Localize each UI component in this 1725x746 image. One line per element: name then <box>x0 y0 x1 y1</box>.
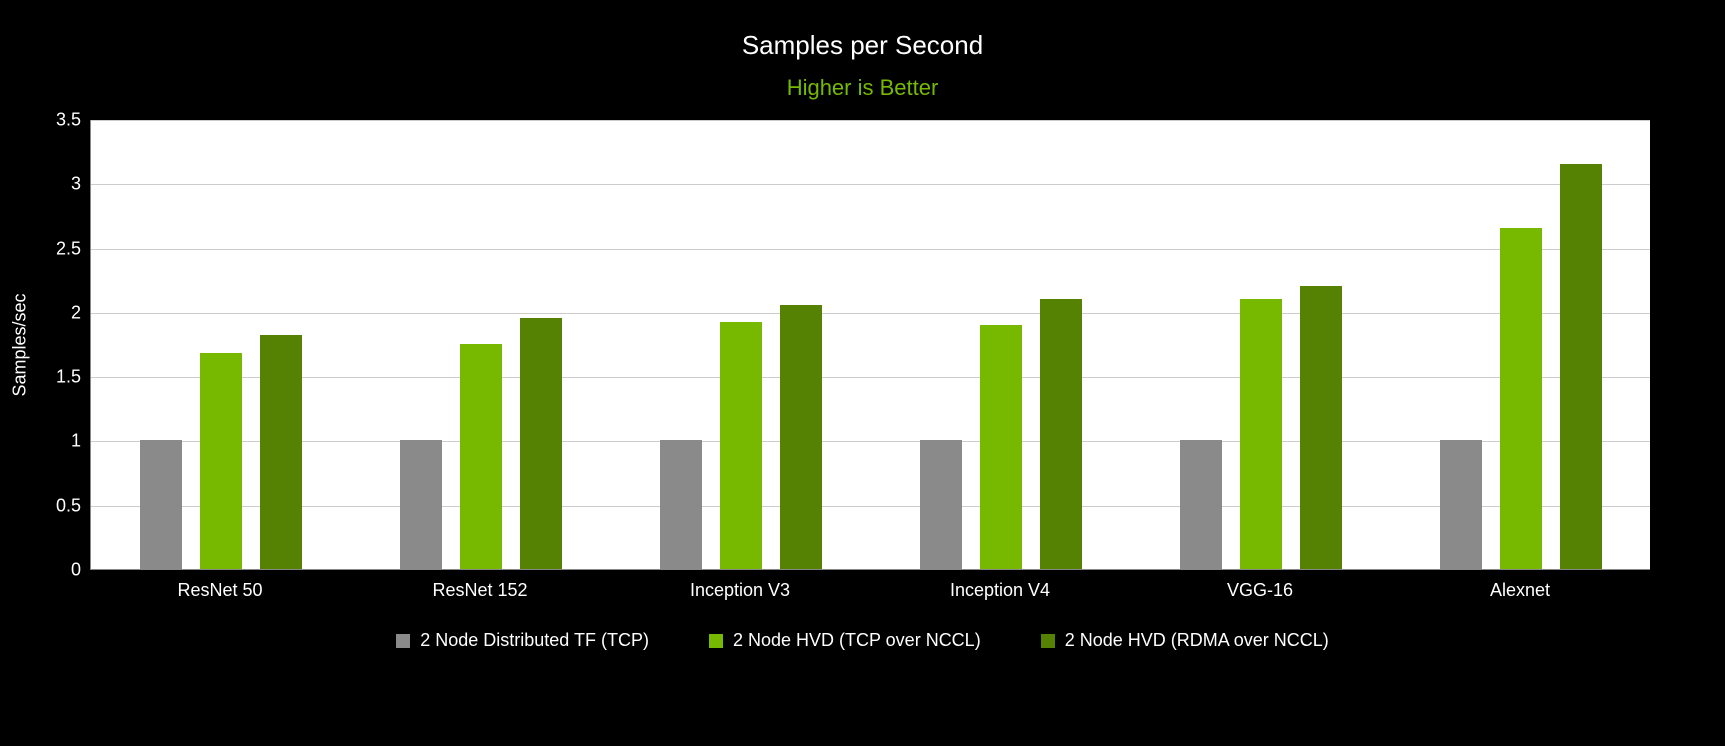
bar <box>520 318 562 569</box>
x-tick-label: Alexnet <box>1490 580 1550 601</box>
bar <box>1500 228 1542 569</box>
bar <box>260 335 302 569</box>
gridline <box>91 506 1650 507</box>
y-tick-label: 2.5 <box>11 238 81 259</box>
legend-label-2: 2 Node HVD (RDMA over NCCL) <box>1065 630 1329 651</box>
gridline <box>91 184 1650 185</box>
y-tick-label: 1 <box>11 431 81 452</box>
chart-subtitle: Higher is Better <box>0 75 1725 101</box>
legend-label-1: 2 Node HVD (TCP over NCCL) <box>733 630 981 651</box>
x-tick-label: ResNet 152 <box>432 580 527 601</box>
gridline <box>91 377 1650 378</box>
plot-area <box>90 120 1650 570</box>
y-tick-label: 3.5 <box>11 110 81 131</box>
bar <box>1560 164 1602 569</box>
x-tick-label: VGG-16 <box>1227 580 1293 601</box>
bar <box>660 440 702 569</box>
x-tick-label: Inception V3 <box>690 580 790 601</box>
chart-title: Samples per Second <box>0 30 1725 61</box>
gridline <box>91 313 1650 314</box>
bar <box>780 305 822 569</box>
bar <box>1040 299 1082 569</box>
chart-container: Samples per Second Higher is Better Samp… <box>0 0 1725 746</box>
bar <box>920 440 962 569</box>
legend-swatch-1 <box>709 634 723 648</box>
bar <box>200 353 242 569</box>
gridline <box>91 441 1650 442</box>
x-tick-label: Inception V4 <box>950 580 1050 601</box>
legend-label-0: 2 Node Distributed TF (TCP) <box>420 630 649 651</box>
bar <box>1440 440 1482 569</box>
legend-swatch-2 <box>1041 634 1055 648</box>
gridline <box>91 249 1650 250</box>
legend-item-0: 2 Node Distributed TF (TCP) <box>396 630 649 651</box>
bar <box>400 440 442 569</box>
bar <box>1180 440 1222 569</box>
legend-item-2: 2 Node HVD (RDMA over NCCL) <box>1041 630 1329 651</box>
bar <box>1300 286 1342 569</box>
bar <box>140 440 182 569</box>
legend: 2 Node Distributed TF (TCP) 2 Node HVD (… <box>0 630 1725 651</box>
bar <box>460 344 502 569</box>
gridline <box>91 120 1650 121</box>
bar <box>1240 299 1282 569</box>
legend-item-1: 2 Node HVD (TCP over NCCL) <box>709 630 981 651</box>
y-tick-label: 0.5 <box>11 495 81 516</box>
y-tick-label: 1.5 <box>11 367 81 388</box>
y-tick-label: 0 <box>11 560 81 581</box>
y-tick-label: 2 <box>11 302 81 323</box>
legend-swatch-0 <box>396 634 410 648</box>
bar <box>720 322 762 569</box>
y-tick-label: 3 <box>11 174 81 195</box>
bar <box>980 325 1022 569</box>
x-tick-label: ResNet 50 <box>177 580 262 601</box>
